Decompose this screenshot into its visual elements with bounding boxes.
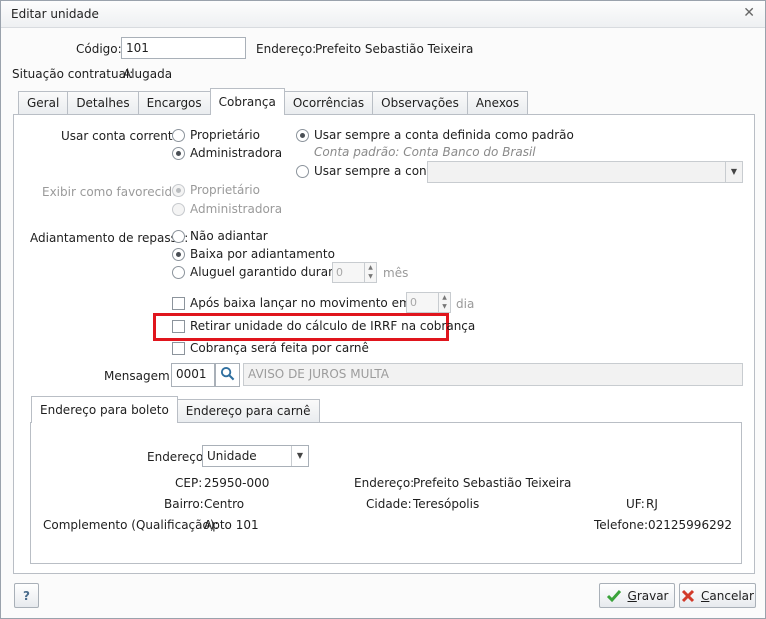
tab-geral[interactable]: Geral (18, 91, 69, 115)
endereco-header-label: Endereço: (256, 42, 317, 56)
apos-baixa-value: 0 (410, 296, 417, 309)
window-title: Editar unidade (11, 7, 99, 21)
address-endereco-value: Prefeito Sebastião Teixeira (413, 476, 572, 490)
cobranca-panel: Usar conta corrente: Proprietário Admini… (13, 114, 755, 574)
retirar-irrf-label: Retirar unidade do cálculo de IRRF na co… (190, 319, 476, 333)
favorecido-administradora-label: Administradora (190, 202, 283, 216)
apos-baixa-unit: dia (456, 297, 475, 311)
usar-conta-administradora-radio[interactable] (172, 147, 185, 160)
codigo-input[interactable]: 101 (121, 37, 246, 59)
conta-select[interactable]: ▼ (427, 161, 743, 183)
cep-label: CEP: (175, 476, 203, 490)
endereco-header-value: Prefeito Sebastião Teixeira (315, 42, 474, 56)
save-button[interactable]: Gravar (599, 583, 675, 608)
cep-value: 25950-000 (204, 476, 270, 490)
favorecido-proprietario-radio[interactable] (172, 184, 185, 197)
address-select[interactable]: Unidade ▼ (202, 445, 309, 467)
carne-checkbox[interactable] (172, 342, 185, 355)
meses-value: 0 (336, 266, 343, 279)
tab-endereco-carne[interactable]: Endereço para carnê (176, 399, 320, 423)
help-icon: ? (23, 588, 30, 603)
carne-label: Cobrança será feita por carnê (190, 341, 369, 355)
cidade-label: Cidade: (366, 497, 412, 511)
nao-adiantar-label: Não adiantar (190, 229, 268, 243)
help-button[interactable]: ? (14, 583, 39, 608)
meses-unit: mês (383, 266, 409, 280)
address-endereco-label: Endereço: (354, 476, 415, 490)
mensagem-text-input[interactable]: AVISO DE JUROS MULTA (243, 363, 743, 386)
conta-padrao-label: Usar sempre a conta definida como padrão (314, 128, 574, 142)
usar-conta-proprietario-radio[interactable] (172, 129, 185, 142)
tab-detalhes[interactable]: Detalhes (67, 91, 139, 115)
bairro-label: Bairro: (164, 497, 204, 511)
adiantamento-label: Adiantamento de repasse: (30, 231, 189, 245)
save-button-label: Gravar (627, 588, 669, 603)
search-icon (220, 366, 235, 381)
cancel-button[interactable]: Cancelar (679, 583, 756, 608)
tab-ocorrencias[interactable]: Ocorrências (283, 91, 374, 115)
aluguel-garantido-label: Aluguel garantido durante (190, 265, 348, 279)
favorecido-administradora-radio[interactable] (172, 203, 185, 216)
complemento-label: Complemento (Qualificação): (43, 518, 219, 532)
uf-label: UF: (626, 497, 645, 511)
baixa-adiantamento-radio[interactable] (172, 248, 185, 261)
usar-conta-proprietario-label: Proprietário (190, 128, 260, 142)
title-bar: Editar unidade ✕ (1, 1, 765, 28)
apos-baixa-label: Após baixa lançar no movimento em até (190, 296, 434, 310)
chevron-down-icon: ▼ (725, 162, 742, 182)
apos-baixa-checkbox[interactable] (172, 297, 185, 310)
favorecido-label: Exibir como favorecido: (42, 185, 184, 199)
situacao-label: Situação contratual: (12, 67, 134, 81)
conta-padrao-radio[interactable] (296, 129, 309, 142)
complemento-value: Apto 101 (204, 518, 259, 532)
retirar-irrf-checkbox[interactable] (172, 320, 185, 333)
chevron-down-icon: ▼ (291, 446, 308, 466)
meses-stepper[interactable]: 0 ▲ ▼ (332, 262, 377, 283)
cancel-x-icon (681, 589, 695, 602)
cancel-button-label: Cancelar (701, 588, 754, 603)
cidade-value: Teresópolis (413, 497, 480, 511)
tab-observacoes[interactable]: Observações (372, 91, 468, 115)
telefone-value: 02125996292 (648, 518, 732, 532)
close-icon[interactable]: ✕ (743, 5, 755, 21)
conta-sempre-radio[interactable] (296, 165, 309, 178)
conta-padrao-hint: Conta padrão: Conta Banco do Brasil (314, 145, 536, 159)
favorecido-proprietario-label: Proprietário (190, 183, 260, 197)
usar-conta-label: Usar conta corrente: (61, 129, 185, 143)
tab-endereco-boleto[interactable]: Endereço para boleto (31, 396, 178, 423)
conta-sempre-label: Usar sempre a conta: (314, 164, 443, 178)
mensagem-label: Mensagem: (104, 369, 174, 383)
address-select-label: Endereço: (147, 450, 208, 464)
nao-adiantar-radio[interactable] (172, 230, 185, 243)
tab-cobranca[interactable]: Cobrança (209, 88, 285, 115)
bairro-value: Centro (204, 497, 245, 511)
mensagem-code-input[interactable]: 0001 (171, 363, 215, 387)
mensagem-search-button[interactable] (215, 363, 240, 387)
codigo-label: Código: (76, 42, 122, 56)
address-tabs: Endereço para boleto Endereço para carnê (31, 396, 320, 423)
apos-baixa-stepper[interactable]: 0 ▲ ▼ (406, 292, 451, 313)
tab-anexos[interactable]: Anexos (466, 91, 529, 115)
address-select-value: Unidade (207, 449, 257, 463)
main-tabs: Geral Detalhes Encargos Cobrança Ocorrên… (18, 88, 529, 115)
uf-value: RJ (646, 497, 658, 511)
usar-conta-administradora-label: Administradora (190, 146, 283, 160)
address-panel: Endereço: Unidade ▼ CEP: 25950-000 Ender… (30, 422, 742, 564)
telefone-label: Telefone: (594, 518, 648, 532)
edit-unit-dialog: Editar unidade ✕ Código: 101 Endereço: P… (0, 0, 766, 619)
baixa-adiantamento-label: Baixa por adiantamento (190, 247, 335, 261)
tab-encargos[interactable]: Encargos (137, 91, 211, 115)
check-icon (606, 589, 621, 602)
stepper-arrows-icon[interactable]: ▲ ▼ (438, 293, 450, 312)
situacao-value: Alugada (123, 67, 173, 81)
stepper-arrows-icon[interactable]: ▲ ▼ (364, 263, 376, 282)
aluguel-garantido-radio[interactable] (172, 266, 185, 279)
